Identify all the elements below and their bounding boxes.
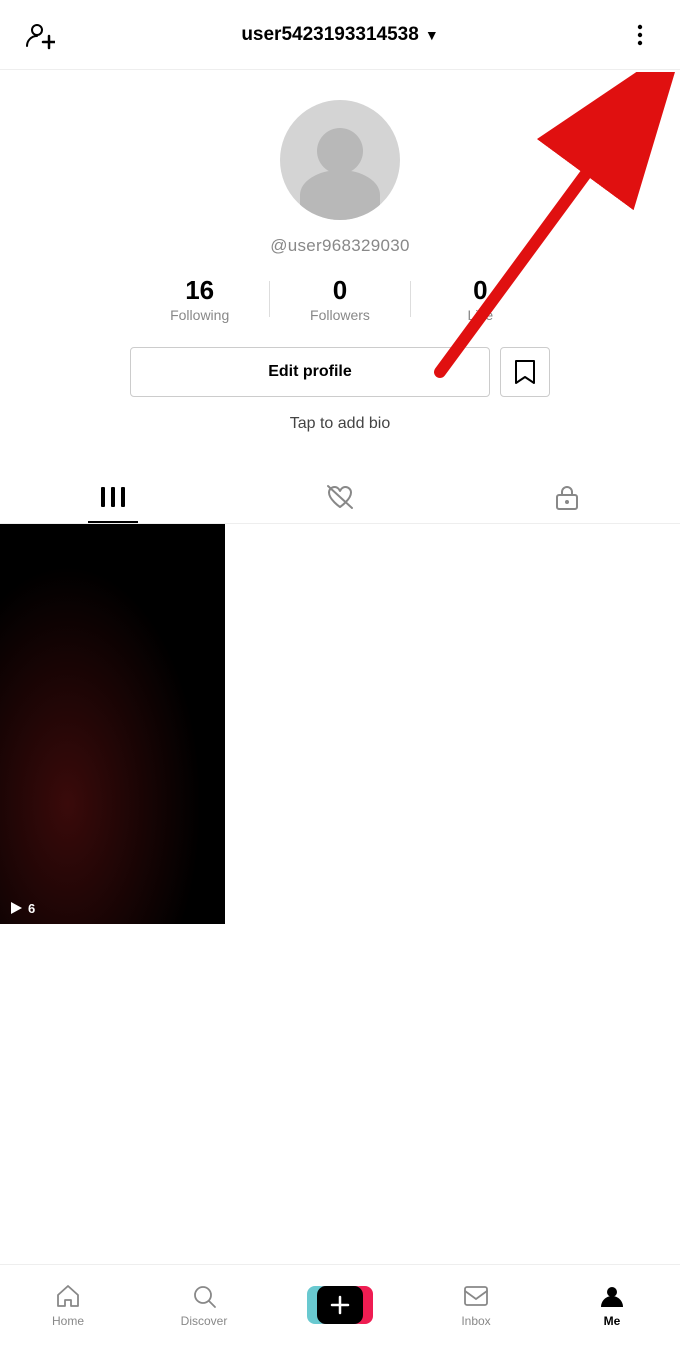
followers-label: Followers xyxy=(310,307,370,323)
bookmark-button[interactable] xyxy=(500,347,550,397)
nav-home-label: Home xyxy=(52,1314,84,1328)
discover-icon xyxy=(190,1282,218,1310)
profile-section: @user968329030 16 Following 0 Followers … xyxy=(0,70,680,463)
video-grid: 6 xyxy=(0,524,680,925)
top-navigation: user5423193314538 ▼ xyxy=(0,0,680,70)
tab-liked[interactable] xyxy=(227,471,454,523)
likes-stat[interactable]: 0 Like xyxy=(411,276,550,323)
following-count: 16 xyxy=(185,276,214,305)
user-handle: @user968329030 xyxy=(270,236,410,256)
nav-create[interactable] xyxy=(272,1286,408,1324)
bookmark-icon xyxy=(514,359,536,385)
bottom-navigation: Home Discover Inbox xyxy=(0,1264,680,1354)
profile-actions: Edit profile xyxy=(130,347,550,397)
likes-label: Like xyxy=(467,307,493,323)
heart-off-icon xyxy=(326,484,354,510)
followers-stat[interactable]: 0 Followers xyxy=(270,276,409,323)
nav-me[interactable]: Me xyxy=(544,1282,680,1328)
grid-icon xyxy=(100,486,126,508)
nav-inbox-label: Inbox xyxy=(461,1314,490,1328)
inbox-icon xyxy=(462,1282,490,1310)
nav-discover[interactable]: Discover xyxy=(136,1282,272,1328)
edit-profile-label: Edit profile xyxy=(268,363,352,381)
avatar-head xyxy=(317,128,363,174)
create-button[interactable] xyxy=(313,1286,367,1324)
play-count-text: 6 xyxy=(28,901,35,916)
play-icon xyxy=(8,900,24,916)
lock-icon xyxy=(555,483,579,511)
create-button-inner xyxy=(317,1286,363,1324)
more-options-button[interactable] xyxy=(620,15,660,55)
nav-home[interactable]: Home xyxy=(0,1282,136,1328)
avatar-image xyxy=(280,100,400,220)
username-text: user5423193314538 xyxy=(241,24,419,46)
nav-inbox[interactable]: Inbox xyxy=(408,1282,544,1328)
nav-me-label: Me xyxy=(604,1314,621,1328)
more-vertical-icon xyxy=(627,22,653,48)
plus-icon xyxy=(329,1294,351,1316)
username-dropdown[interactable]: user5423193314538 ▼ xyxy=(241,24,438,46)
home-icon xyxy=(54,1282,82,1310)
video-thumbnail[interactable]: 6 xyxy=(0,524,225,925)
me-icon xyxy=(598,1282,626,1310)
chevron-down-icon: ▼ xyxy=(425,27,439,43)
avatar-body xyxy=(300,170,380,220)
video-play-count: 6 xyxy=(8,900,35,916)
avatar[interactable] xyxy=(280,100,400,220)
stats-row: 16 Following 0 Followers 0 Like xyxy=(130,276,550,323)
edit-profile-button[interactable]: Edit profile xyxy=(130,347,490,397)
bio-placeholder[interactable]: Tap to add bio xyxy=(290,415,391,433)
tab-videos[interactable] xyxy=(0,471,227,523)
tab-private[interactable] xyxy=(453,471,680,523)
followers-count: 0 xyxy=(333,276,347,305)
likes-count: 0 xyxy=(473,276,487,305)
following-label: Following xyxy=(170,307,229,323)
add-user-icon xyxy=(25,20,55,50)
content-tabs xyxy=(0,471,680,524)
add-user-button[interactable] xyxy=(20,15,60,55)
following-stat[interactable]: 16 Following xyxy=(130,276,269,323)
nav-discover-label: Discover xyxy=(181,1314,228,1328)
